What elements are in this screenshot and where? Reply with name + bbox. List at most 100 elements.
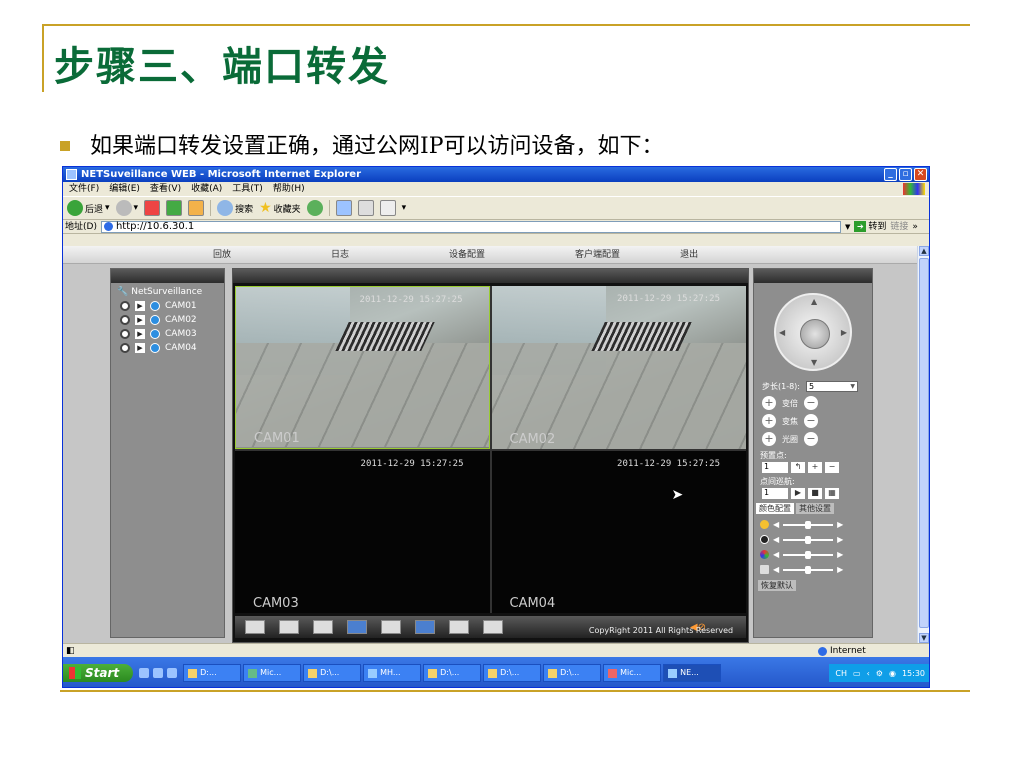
cruise-grid-icon[interactable]: ▦ bbox=[825, 488, 839, 499]
camera-item[interactable]: ▶ CAM04 bbox=[120, 343, 218, 353]
brightness-slider[interactable]: ◀ ▶ bbox=[760, 520, 872, 529]
zoom-out-icon[interactable]: − bbox=[804, 396, 818, 410]
play-icon[interactable]: ▶ bbox=[135, 343, 145, 353]
start-button[interactable]: Start bbox=[63, 664, 134, 682]
record-icon[interactable] bbox=[150, 329, 160, 339]
clock[interactable]: 15:30 bbox=[902, 669, 925, 678]
media-icon[interactable] bbox=[306, 200, 323, 216]
device-root[interactable]: 🔧 NetSurveillance bbox=[117, 287, 218, 297]
camera-timestamp: 2011-12-29 15:27:25 bbox=[617, 458, 720, 469]
scroll-down-icon[interactable]: ▼ bbox=[919, 633, 929, 643]
up-arrow-icon[interactable]: ▲ bbox=[811, 297, 817, 306]
taskbar-item[interactable]: NE... bbox=[663, 664, 722, 682]
taskbar-item[interactable]: D:\... bbox=[423, 664, 482, 682]
volume-icon[interactable]: ◉ bbox=[889, 669, 896, 678]
ie-quicklaunch-icon[interactable] bbox=[139, 668, 150, 678]
keyboard-icon[interactable]: ▭ bbox=[853, 669, 861, 678]
preset-add-icon[interactable]: + bbox=[808, 462, 822, 473]
tab-color-config[interactable]: 颜色配置 bbox=[756, 503, 794, 514]
record-icon[interactable] bbox=[150, 343, 160, 353]
home-icon[interactable] bbox=[188, 200, 205, 216]
cruise-play-icon[interactable]: ▶ bbox=[791, 488, 805, 499]
right-arrow-icon[interactable]: ▶ bbox=[841, 328, 847, 337]
address-input[interactable]: http://10.6.30.1 bbox=[100, 220, 841, 233]
menu-view[interactable]: 查看(V) bbox=[150, 182, 181, 196]
forward-button[interactable]: ▾ bbox=[115, 200, 138, 216]
preset-goto-icon[interactable]: ↰ bbox=[791, 462, 805, 473]
taskbar-item[interactable]: D:\... bbox=[543, 664, 602, 682]
nav-log[interactable]: 日志 bbox=[331, 246, 349, 263]
address-dropdown-icon[interactable]: ▼ bbox=[845, 220, 850, 234]
taskbar-item[interactable]: D:\... bbox=[303, 664, 362, 682]
iris-open-icon[interactable]: + bbox=[762, 432, 776, 446]
record-icon[interactable] bbox=[150, 301, 160, 311]
print-icon[interactable] bbox=[357, 200, 374, 216]
camera-view-2[interactable]: 2011-12-29 15:27:25 CAM02 bbox=[491, 286, 746, 449]
cruise-input[interactable]: 1 bbox=[762, 488, 788, 499]
stop-icon[interactable] bbox=[144, 200, 161, 216]
nav-logout[interactable]: 退出 bbox=[680, 246, 698, 263]
play-icon[interactable]: ▶ bbox=[135, 329, 145, 339]
reset-default-button[interactable]: 恢复默认 bbox=[758, 580, 796, 591]
preset-remove-icon[interactable]: − bbox=[825, 462, 839, 473]
favorites-button[interactable]: ★ 收藏夹 bbox=[259, 200, 301, 216]
scroll-up-icon[interactable]: ▲ bbox=[919, 246, 929, 256]
down-arrow-icon[interactable]: ▼ bbox=[811, 358, 817, 367]
menu-file[interactable]: 文件(F) bbox=[69, 182, 99, 196]
nav-device-config[interactable]: 设备配置 bbox=[449, 246, 485, 263]
language-indicator[interactable]: CH bbox=[835, 669, 847, 678]
go-button[interactable]: ➔ 转到 bbox=[854, 220, 886, 234]
left-arrow-icon[interactable]: ◀ bbox=[779, 328, 785, 337]
taskbar-item[interactable]: D:... bbox=[183, 664, 242, 682]
taskbar-item[interactable]: Mic... bbox=[243, 664, 302, 682]
camera-view-1[interactable]: 2011-12-29 15:27:25 CAM01 bbox=[235, 286, 490, 449]
camera-item[interactable]: ▶ CAM03 bbox=[120, 329, 218, 339]
links-label[interactable]: 链接 bbox=[890, 220, 908, 234]
menu-edit[interactable]: 编辑(E) bbox=[109, 182, 140, 196]
cruise-stop-icon[interactable]: ■ bbox=[808, 488, 822, 499]
focus-out-icon[interactable]: − bbox=[804, 414, 818, 428]
desktop-quicklaunch-icon[interactable] bbox=[153, 668, 164, 678]
menu-tools[interactable]: 工具(T) bbox=[232, 182, 263, 196]
ptz-center-button[interactable] bbox=[800, 319, 830, 349]
play-icon[interactable]: ▶ bbox=[135, 315, 145, 325]
edit-icon[interactable] bbox=[379, 200, 396, 216]
scroll-thumb[interactable] bbox=[919, 258, 929, 628]
taskbar-item[interactable]: D:\... bbox=[483, 664, 542, 682]
network-icon[interactable]: ⚙ bbox=[876, 669, 883, 678]
zoom-in-icon[interactable]: + bbox=[762, 396, 776, 410]
maximize-button[interactable]: ▫ bbox=[899, 168, 912, 181]
close-button[interactable]: ✕ bbox=[914, 168, 927, 181]
back-button[interactable]: 后退 ▾ bbox=[67, 200, 110, 216]
tray-chevron-icon[interactable]: ‹ bbox=[867, 669, 870, 678]
minimize-button[interactable]: _ bbox=[884, 168, 897, 181]
nav-client-config[interactable]: 客户端配置 bbox=[575, 246, 620, 263]
preset-input[interactable]: 1 bbox=[762, 462, 788, 473]
refresh-icon[interactable] bbox=[166, 200, 183, 216]
iris-close-icon[interactable]: − bbox=[804, 432, 818, 446]
ptz-direction-pad[interactable]: ▲ ▼ ◀ ▶ bbox=[774, 293, 852, 371]
hue-slider[interactable]: ◀ ▶ bbox=[760, 565, 872, 574]
nav-playback[interactable]: 回放 bbox=[213, 246, 231, 263]
camera-view-4[interactable]: 2011-12-29 15:27:25 CAM04 ➤ bbox=[491, 450, 746, 613]
play-icon[interactable]: ▶ bbox=[135, 301, 145, 311]
mail-icon[interactable] bbox=[335, 200, 352, 216]
step-select[interactable]: 5 bbox=[806, 381, 859, 392]
camera-view-3[interactable]: 2011-12-29 15:27:25 CAM03 bbox=[235, 450, 490, 613]
record-icon[interactable] bbox=[150, 315, 160, 325]
menu-favorites[interactable]: 收藏(A) bbox=[191, 182, 222, 196]
window-titlebar[interactable]: NETSuveillance WEB - Microsoft Internet … bbox=[63, 167, 929, 182]
saturation-slider[interactable]: ◀ ▶ bbox=[760, 550, 872, 559]
search-button[interactable]: 搜索 bbox=[217, 200, 253, 216]
camera-item[interactable]: ▶ CAM02 bbox=[120, 315, 218, 325]
tab-other-settings[interactable]: 其他设置 bbox=[796, 503, 834, 514]
camera-item[interactable]: ▶ CAM01 bbox=[120, 301, 218, 311]
taskbar-item[interactable]: Mic... bbox=[603, 664, 662, 682]
menu-help[interactable]: 帮助(H) bbox=[273, 182, 305, 196]
vertical-scrollbar[interactable]: ▲ ▼ bbox=[917, 246, 929, 643]
taskbar-item[interactable]: MH... bbox=[363, 664, 422, 682]
contrast-slider[interactable]: ◀ ▶ bbox=[760, 535, 872, 544]
links-chevron-icon[interactable]: » bbox=[912, 220, 918, 234]
media-quicklaunch-icon[interactable] bbox=[167, 668, 178, 678]
focus-in-icon[interactable]: + bbox=[762, 414, 776, 428]
